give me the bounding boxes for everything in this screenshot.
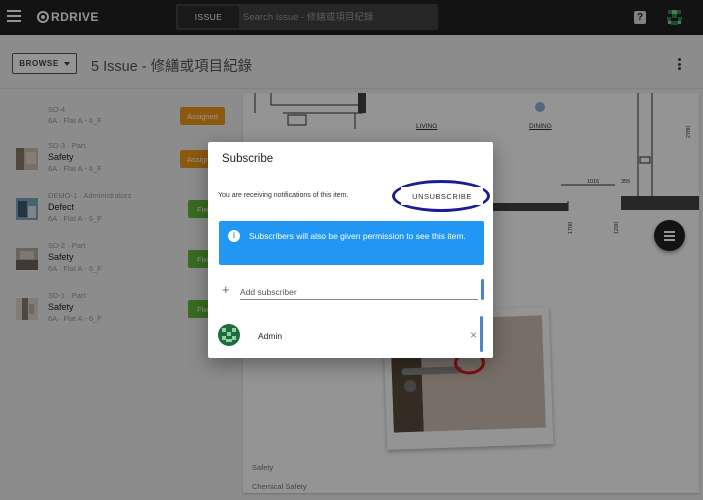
- scrollbar[interactable]: [480, 316, 483, 352]
- unsubscribe-button[interactable]: UNSUBSCRIBE: [401, 187, 483, 205]
- info-banner-text: Subscribers will also be given permissio…: [249, 231, 466, 241]
- plus-icon[interactable]: +: [222, 283, 230, 297]
- info-icon: i: [228, 230, 240, 242]
- scrollbar[interactable]: [481, 279, 484, 300]
- subscriber-name: Admin: [258, 331, 283, 341]
- subscription-status-text: You are receiving notifications of this …: [218, 192, 349, 199]
- info-banner: i Subscribers will also be given permiss…: [219, 221, 484, 265]
- remove-subscriber-icon[interactable]: ×: [467, 329, 480, 342]
- dialog-title: Subscribe: [222, 153, 274, 165]
- subscribe-dialog: Subscribe You are receiving notification…: [208, 142, 493, 358]
- add-subscriber-row: +: [222, 282, 480, 302]
- add-subscriber-input[interactable]: [240, 284, 478, 300]
- subscriber-avatar: [218, 324, 240, 346]
